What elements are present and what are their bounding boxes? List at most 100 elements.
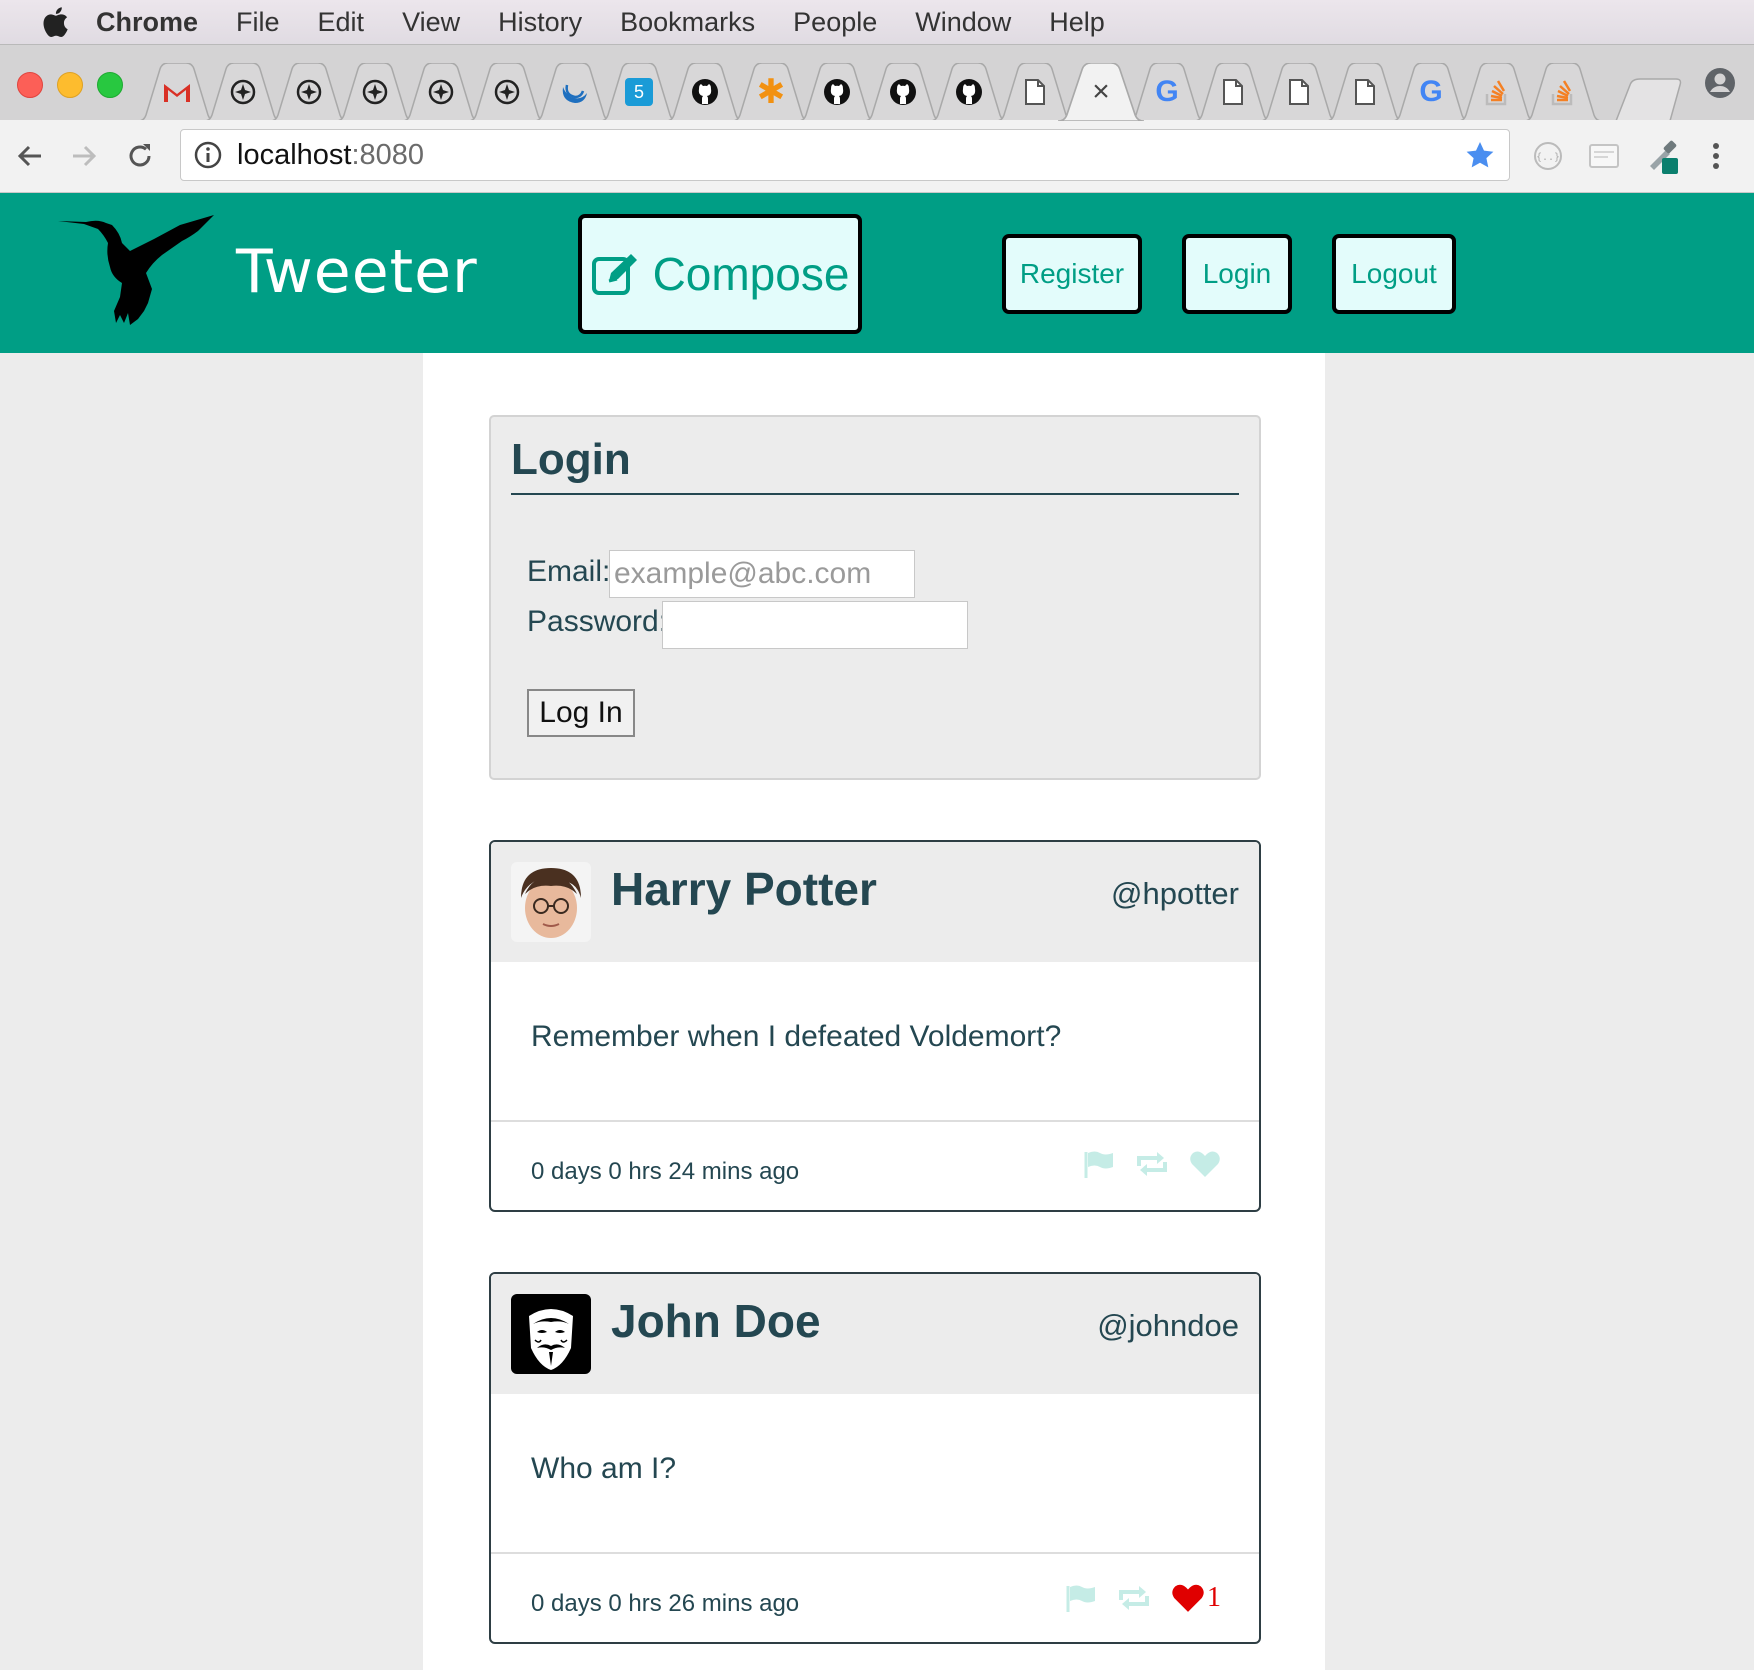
divider bbox=[511, 493, 1239, 495]
close-icon: × bbox=[1092, 75, 1110, 108]
profile-icon[interactable] bbox=[1704, 67, 1736, 99]
forward-button[interactable] bbox=[66, 138, 102, 174]
menu-people[interactable]: People bbox=[793, 7, 877, 38]
menu-view[interactable]: View bbox=[402, 7, 460, 38]
anonymous-mask-avatar-icon bbox=[511, 1294, 591, 1374]
tweet-body: Who am I? bbox=[531, 1452, 677, 1485]
like-count: 1 bbox=[1207, 1582, 1221, 1613]
compass-icon bbox=[424, 75, 458, 109]
menu-edit[interactable]: Edit bbox=[318, 7, 365, 38]
json-extension-icon[interactable]: {..} bbox=[1532, 140, 1564, 172]
browser-tab[interactable] bbox=[1524, 63, 1602, 121]
logout-button[interactable]: Logout bbox=[1332, 234, 1456, 314]
tweet-author-handle: @johndoe bbox=[1097, 1308, 1239, 1343]
avatar bbox=[511, 862, 591, 942]
register-button[interactable]: Register bbox=[1002, 234, 1142, 314]
moon-icon bbox=[556, 75, 590, 109]
compose-label: Compose bbox=[652, 248, 850, 300]
login-title: Login bbox=[511, 435, 631, 484]
bookmark-star-icon[interactable] bbox=[1465, 140, 1495, 170]
tweet-header: Harry Potter @hpotter bbox=[491, 842, 1259, 962]
gmail-icon bbox=[160, 75, 194, 109]
stackoverflow-icon bbox=[1546, 75, 1580, 109]
forward-arrow-icon bbox=[73, 145, 97, 167]
menu-bookmarks[interactable]: Bookmarks bbox=[620, 7, 755, 38]
html5-icon: 5 bbox=[622, 75, 656, 109]
tweet-author-handle: @hpotter bbox=[1111, 876, 1239, 911]
tweet-actions bbox=[1063, 1150, 1221, 1178]
browser-tab[interactable]: × bbox=[1058, 63, 1144, 121]
back-arrow-icon bbox=[17, 145, 41, 167]
login-submit-button[interactable]: Log In bbox=[527, 689, 635, 737]
app-header: Tweeter Compose Register Login Logout bbox=[0, 193, 1754, 353]
edit-icon bbox=[591, 254, 637, 295]
github-icon bbox=[688, 75, 722, 109]
tweet-card: John Doe @johndoe Who am I? 0 days 0 hrs… bbox=[489, 1272, 1261, 1644]
browser-toolbar: localhost:8080 {..} bbox=[0, 120, 1754, 193]
tweet-author-name: Harry Potter bbox=[611, 863, 877, 915]
google-icon: G bbox=[1155, 75, 1179, 108]
menu-file[interactable]: File bbox=[236, 7, 280, 38]
url-port: :8080 bbox=[351, 138, 425, 171]
close-window-button[interactable] bbox=[17, 72, 43, 98]
compose-button[interactable]: Compose bbox=[578, 214, 862, 334]
avatar bbox=[511, 1294, 591, 1374]
page-icon bbox=[1348, 75, 1382, 109]
menu-history[interactable]: History bbox=[498, 7, 582, 38]
email-input[interactable] bbox=[609, 550, 915, 598]
back-button[interactable] bbox=[12, 138, 48, 174]
menu-chrome[interactable]: Chrome bbox=[96, 7, 198, 38]
github-icon bbox=[820, 75, 854, 109]
heart-icon[interactable] bbox=[1189, 1150, 1221, 1178]
tweet-header: John Doe @johndoe bbox=[491, 1274, 1259, 1394]
page-icon bbox=[1216, 75, 1250, 109]
login-form: Login Email: Password: Log In bbox=[489, 415, 1261, 780]
google-icon: G bbox=[1419, 75, 1443, 108]
svg-text:{..}: {..} bbox=[1536, 152, 1560, 163]
divider bbox=[491, 1552, 1259, 1554]
eyedropper-extension-icon[interactable] bbox=[1644, 136, 1680, 176]
chrome-menu-icon[interactable] bbox=[1708, 140, 1724, 172]
extension-card-icon[interactable] bbox=[1588, 142, 1620, 170]
page-icon bbox=[1282, 75, 1316, 109]
reload-button[interactable] bbox=[122, 138, 158, 174]
retweet-icon[interactable] bbox=[1135, 1150, 1169, 1178]
zoom-window-button[interactable] bbox=[97, 72, 123, 98]
compass-icon bbox=[358, 75, 392, 109]
brand-title[interactable]: Tweeter bbox=[236, 237, 478, 307]
github-icon bbox=[952, 75, 986, 109]
compass-icon bbox=[490, 75, 524, 109]
password-label: Password: bbox=[527, 605, 668, 638]
tab-strip: 5 ✱ × G G bbox=[0, 44, 1754, 121]
flag-icon[interactable] bbox=[1065, 1584, 1097, 1612]
tweet-body: Remember when I defeated Voldemort? bbox=[531, 1020, 1062, 1053]
address-bar[interactable]: localhost:8080 bbox=[180, 129, 1510, 181]
info-icon[interactable] bbox=[193, 140, 223, 170]
asterisk-icon: ✱ bbox=[756, 73, 786, 111]
email-label: Email: bbox=[527, 555, 611, 588]
main-content: Login Email: Password: Log In bbox=[423, 353, 1325, 1670]
minimize-window-button[interactable] bbox=[57, 72, 83, 98]
browser-window: Chrome File Edit View History Bookmarks … bbox=[0, 0, 1754, 1670]
login-nav-button[interactable]: Login bbox=[1182, 234, 1292, 314]
menubar: Chrome File Edit View History Bookmarks … bbox=[0, 0, 1754, 44]
tweet-timestamp: 0 days 0 hrs 26 mins ago bbox=[531, 1590, 800, 1617]
divider bbox=[491, 1120, 1259, 1122]
retweet-icon[interactable] bbox=[1117, 1584, 1151, 1612]
menu-window[interactable]: Window bbox=[915, 7, 1011, 38]
reload-icon bbox=[129, 144, 151, 167]
hummingbird-logo bbox=[58, 215, 214, 325]
page-icon bbox=[1018, 75, 1052, 109]
tweet-timestamp: 0 days 0 hrs 24 mins ago bbox=[531, 1158, 800, 1185]
tweet-card: Harry Potter @hpotter Remember when I de… bbox=[489, 840, 1261, 1212]
apple-icon[interactable] bbox=[40, 6, 70, 38]
heart-icon[interactable] bbox=[1171, 1583, 1205, 1613]
flag-icon[interactable] bbox=[1083, 1150, 1115, 1178]
stackoverflow-icon bbox=[1480, 75, 1514, 109]
menu-help[interactable]: Help bbox=[1049, 7, 1105, 38]
password-input[interactable] bbox=[662, 601, 968, 649]
compass-icon bbox=[226, 75, 260, 109]
url-host: localhost bbox=[237, 138, 352, 171]
harry-potter-avatar-icon bbox=[511, 862, 591, 942]
new-tab-button[interactable] bbox=[1614, 63, 1684, 121]
